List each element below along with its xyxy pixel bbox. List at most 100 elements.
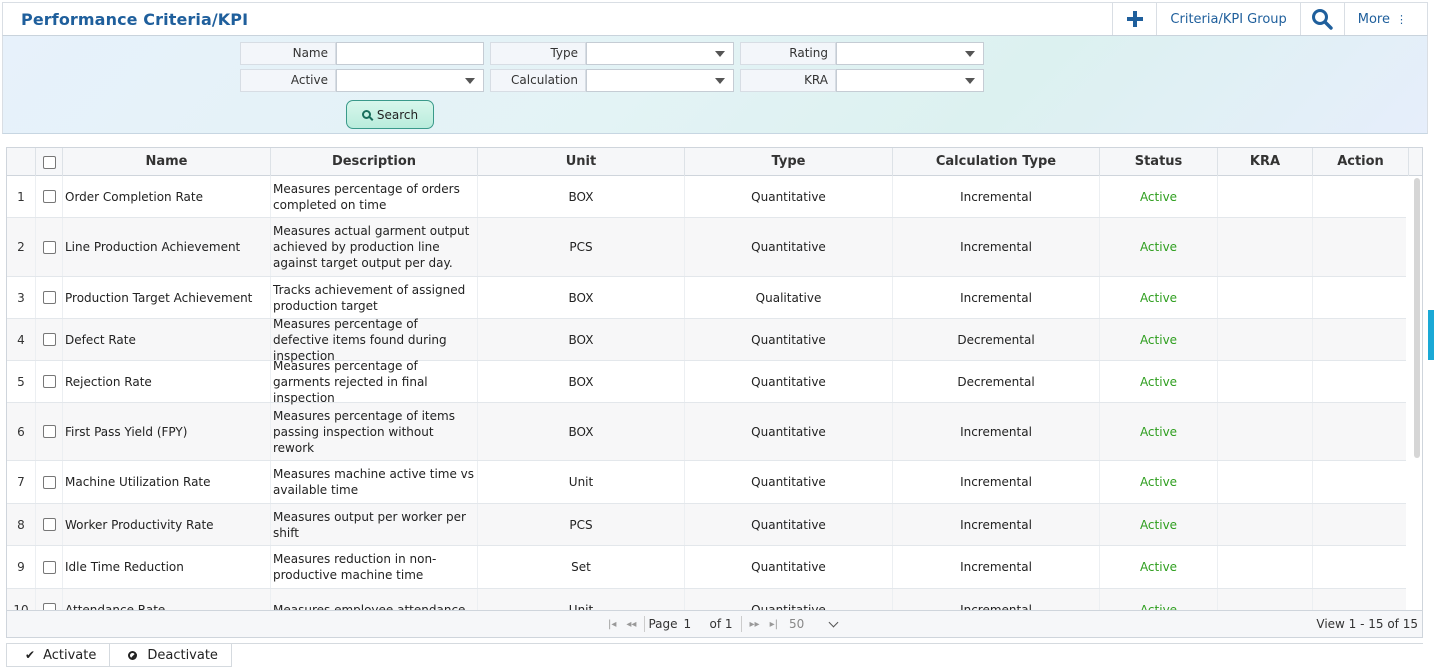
page-number-input[interactable]: 1 [684, 616, 704, 632]
kpi-kra [1218, 319, 1313, 360]
row-number-text: 2 [17, 240, 25, 254]
kra-select[interactable] [836, 69, 984, 92]
kpi-calculation-type: Incremental [893, 277, 1100, 318]
row-checkbox[interactable] [42, 560, 56, 574]
row-number-text: 10 [13, 602, 29, 611]
table-row[interactable]: 9 Idle Time Reduction Measures reduction i… [7, 546, 1406, 589]
row-checkbox[interactable] [42, 603, 56, 610]
row-checkbox[interactable] [42, 375, 56, 388]
footer-actions: ✔ Activate Deactivate [6, 643, 1423, 667]
table-row[interactable]: 6 First Pass Yield (FPY) Measures percenta… [7, 403, 1406, 461]
kpi-type-text: Quantitative [751, 602, 826, 611]
header-type[interactable]: Type [685, 148, 893, 176]
search-icon [1312, 9, 1333, 30]
kpi-unit-text: PCS [569, 517, 593, 532]
table-row[interactable]: 1 Order Completion Rate Measures percentag… [7, 176, 1406, 218]
last-page-icon[interactable]: ▸| [770, 619, 778, 630]
select-all-checkbox[interactable] [42, 155, 56, 169]
row-checkbox-cell [36, 218, 63, 276]
kpi-status: Active [1100, 361, 1218, 402]
kpi-type: Qualitative [685, 277, 893, 318]
side-tab[interactable] [1428, 310, 1434, 360]
row-number-text: 5 [17, 374, 25, 389]
table-row[interactable]: 4 Defect Rate Measures percentage of defec… [7, 317, 1406, 363]
kpi-description: Measures percentage of items passing ins… [271, 403, 478, 460]
more-button[interactable]: More ⋮ [1343, 3, 1427, 35]
criteria-kpi-group-button[interactable]: Criteria/KPI Group [1156, 3, 1299, 35]
grid-scrollbar[interactable] [1414, 178, 1420, 458]
kpi-name-text: Production Target Achievement [65, 290, 253, 305]
table-row[interactable]: 5 Rejection Rate Measures percentage of ga… [7, 358, 1406, 405]
add-button[interactable] [1112, 3, 1156, 35]
name-filter-label: Name [240, 42, 336, 65]
header-description[interactable]: Description [271, 148, 478, 176]
filter-panel: Name Type Rating System Active Calculati… [2, 36, 1428, 134]
kpi-description-text: Measures machine active time vs availabl… [273, 467, 475, 497]
kpi-unit: Set [478, 546, 685, 588]
kpi-status: Active [1100, 277, 1218, 318]
search-button[interactable]: Search [346, 100, 434, 129]
activate-button[interactable]: ✔ Activate [6, 644, 111, 667]
search-toggle-button[interactable] [1299, 3, 1344, 35]
kpi-kra [1218, 277, 1313, 318]
active-select[interactable] [336, 69, 484, 92]
search-icon [361, 110, 371, 119]
deactivate-button[interactable]: Deactivate [110, 644, 232, 667]
row-checkbox-cell [36, 403, 63, 460]
row-checkbox[interactable] [42, 240, 56, 254]
table-row[interactable]: 3 Production Target Achievement Tracks ach… [7, 277, 1406, 319]
kebab-icon: ⋮ [1396, 12, 1407, 26]
kpi-action [1313, 461, 1406, 503]
kpi-name: Production Target Achievement [63, 277, 271, 318]
name-input[interactable] [336, 42, 484, 65]
header-status[interactable]: Status [1100, 148, 1218, 176]
kpi-description-text: Measures employee attendance [273, 602, 466, 611]
kpi-unit-text: BOX [568, 374, 594, 389]
kpi-kra [1218, 218, 1313, 276]
table-row[interactable]: 7 Machine Utilization Rate Measures machin… [7, 461, 1406, 504]
pager-separator [740, 616, 742, 632]
row-checkbox[interactable] [42, 475, 56, 489]
table-row[interactable]: 10 Attendance Rate Measures employee atten… [7, 589, 1406, 610]
kpi-calculation-type-text: Decremental [957, 374, 1035, 389]
kpi-description-text: Measures percentage of garments rejected… [273, 358, 428, 405]
kpi-name-text: Attendance Rate [65, 602, 166, 611]
header-action[interactable]: Action [1313, 148, 1409, 176]
next-page-icon[interactable]: ▸▸ [750, 619, 760, 630]
kpi-description: Measures machine active time vs availabl… [271, 461, 478, 503]
grid-body: 1 Order Completion Rate Measures percentag… [7, 176, 1406, 610]
kpi-unit: BOX [478, 403, 685, 460]
kpi-kra [1218, 461, 1313, 503]
page-header: Performance Criteria/KPI Criteria/KPI Gr… [2, 2, 1428, 36]
calculation-select[interactable] [586, 69, 734, 92]
kpi-type: Quantitative [685, 361, 893, 402]
kpi-type-text: Qualitative [755, 290, 822, 305]
filter-row-1: Name Type Rating System [240, 42, 990, 81]
header-name[interactable]: Name [63, 148, 271, 176]
header-unit[interactable]: Unit [478, 148, 685, 176]
rating-system-select[interactable] [836, 42, 984, 65]
table-row[interactable]: 8 Worker Productivity Rate Measures output… [7, 504, 1406, 546]
type-select[interactable] [586, 42, 734, 65]
header-select-all [36, 148, 63, 176]
kpi-unit-text: BOX [568, 189, 594, 204]
header-calculation-type[interactable]: Calculation Type [893, 148, 1100, 176]
table-row[interactable]: 2 Line Production Achievement Measures act… [7, 218, 1406, 277]
rating-system-filter-label: Rating System [740, 42, 836, 81]
row-checkbox[interactable] [42, 190, 56, 203]
header-kra[interactable]: KRA [1218, 148, 1313, 176]
row-number: 9 [7, 546, 36, 588]
page-size-select[interactable]: 50 [789, 617, 839, 631]
kpi-unit-text: Unit [568, 475, 594, 489]
kpi-unit: BOX [478, 176, 685, 217]
row-checkbox[interactable] [42, 518, 56, 531]
kpi-status: Active [1100, 176, 1218, 217]
row-checkbox[interactable] [42, 425, 56, 438]
header-rownum [7, 148, 36, 176]
row-checkbox[interactable] [42, 291, 56, 304]
first-page-icon[interactable]: |◂ [608, 619, 616, 630]
kpi-description: Measures percentage of defective items f… [271, 317, 478, 363]
row-checkbox[interactable] [42, 333, 56, 346]
row-number: 7 [7, 461, 36, 503]
prev-page-icon[interactable]: ◂◂ [626, 619, 636, 630]
